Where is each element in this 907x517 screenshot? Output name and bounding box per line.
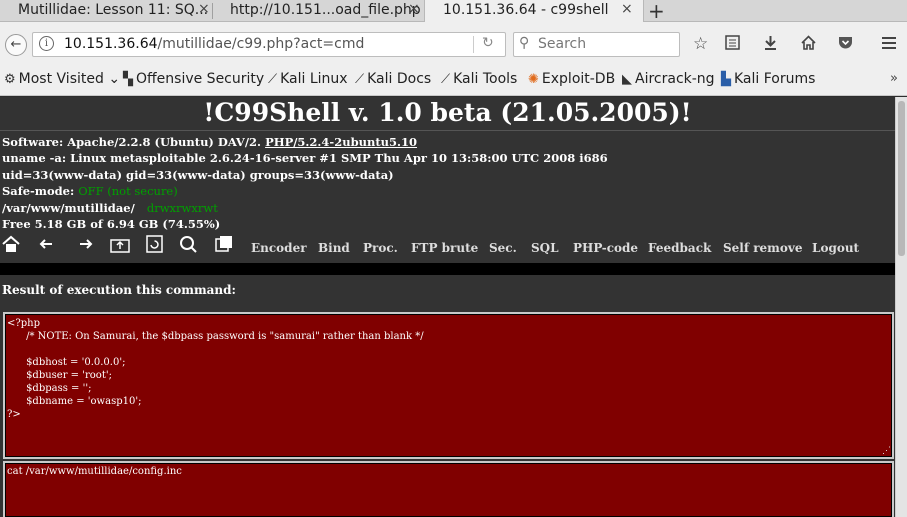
close-icon[interactable]: × [621,1,633,17]
menu-logout[interactable]: Logout [812,241,859,255]
result-label: Result of execution this command: [2,283,236,297]
kali-dragon-icon: ⟋ [441,72,451,87]
menu-encoder[interactable]: Encoder [251,241,307,255]
back-button[interactable]: ← [5,34,27,56]
resize-grip-icon[interactable]: ⋰ [882,447,891,456]
url-host: 10.151.36.64 [64,36,158,52]
exploit-db-icon: ✺ [528,72,539,87]
bookmark-aircrack-ng[interactable]: ◣ Aircrack-ng [622,71,715,87]
forward-arrow-icon[interactable] [76,235,94,257]
search-input[interactable]: ⚲ Search [513,32,680,57]
kali-forums-icon: ▙ [721,72,731,87]
menu-proc[interactable]: Proc. [363,241,398,255]
tab-c99shell[interactable]: 10.151.36.64 - c99shell × [424,0,644,24]
menu-bind[interactable]: Bind [318,241,350,255]
home-icon[interactable] [800,34,817,56]
uname-info: uname -a: Linux metasploitable 2.6.24-16… [2,151,608,165]
tab-bar: Mutillidae: Lesson 11: SQ... × http://10… [0,0,907,24]
page-scrollbar[interactable] [895,97,907,517]
path-info: /var/www/mutillidae/ drwxrwxrwt [2,201,218,215]
shell-toolbar: Encoder Bind Proc. FTP brute Sec. SQL PH… [0,233,895,261]
page-title: !C99Shell v. 1.0 beta (21.05.2005)! [0,97,895,131]
bookmark-label: Kali Tools [453,71,518,87]
current-path-link[interactable]: /var/www/mutillidae/ [2,201,135,215]
bookmark-label: Exploit-DB [541,71,616,87]
bookmark-most-visited[interactable]: ⚙ Most Visited ⌄ [4,71,120,87]
command-text: cat /var/www/mutillidae/config.inc [7,466,182,477]
url-bar[interactable]: i 10.151.36.64/mutillidae/c99.php?act=cm… [32,32,506,57]
menu-self-remove[interactable]: Self remove [723,241,802,255]
free-space-info: Free 5.18 GB of 6.94 GB (74.55%) [2,217,221,231]
parent-folder-icon[interactable] [110,235,130,257]
uid-info: uid=33(www-data) gid=33(www-data) groups… [2,168,394,182]
tab-upload-file[interactable]: http://10.151...oad_file.php × [212,0,427,22]
aircrack-icon: ◣ [622,72,632,87]
software-text: Software: Apache/2.2.8 (Ubuntu) DAV/2. [2,135,266,149]
bookmark-label: Offensive Security [136,71,265,87]
php-version-link[interactable]: PHP/5.2.4-2ubuntu5.10 [265,135,417,149]
kali-dragon-icon: ⟋ [268,72,278,87]
command-input[interactable]: cat /var/www/mutillidae/config.inc [3,461,894,517]
bookmark-label: Aircrack-ng [635,71,715,87]
safe-mode-info: Safe-mode: OFF (not secure) [2,184,178,198]
close-icon[interactable]: × [198,1,210,17]
command-output-textarea[interactable]: <?php /* NOTE: On Samurai, the $dbpass p… [3,312,894,459]
info-icon[interactable]: i [39,36,54,51]
menu-sec[interactable]: Sec. [489,241,517,255]
command-output: <?php /* NOTE: On Samurai, the $dbpass p… [7,318,424,420]
bookmark-label: Kali Forums [734,71,816,87]
menu-icon[interactable] [880,34,898,56]
bookmark-exploit-db[interactable]: ✺ Exploit-DB [528,71,615,87]
bookmark-kali-docs[interactable]: ⟋ Kali Docs [355,71,431,87]
download-icon[interactable] [762,34,779,56]
tab-title: http://10.151...oad_file.php [230,2,421,18]
software-info: Software: Apache/2.2.8 (Ubuntu) DAV/2. P… [2,135,417,149]
gear-icon: ⚙ [4,72,16,87]
url-divider [473,36,474,53]
bookmark-offensive-security[interactable]: ▚ Offensive Security [123,71,264,87]
bookmark-kali-tools[interactable]: ⟋ Kali Tools [441,71,517,87]
menu-ftp-brute[interactable]: FTP brute [411,241,478,255]
permissions: drwxrwxrwt [146,201,218,215]
reading-list-icon[interactable] [724,34,741,56]
menu-php-code[interactable]: PHP-code [573,241,638,255]
bookmark-label: Most Visited [18,71,104,87]
new-tab-button[interactable]: + [648,0,665,23]
search-icon: ⚲ [519,35,530,51]
safe-mode-status: OFF (not secure) [78,184,178,198]
bookmark-label: Kali Docs [367,71,432,87]
close-icon[interactable]: × [408,1,420,17]
search-icon[interactable] [178,235,198,257]
bookmarks-overflow-button[interactable]: » [890,71,898,86]
bookmark-kali-forums[interactable]: ▙ Kali Forums [721,71,815,87]
navigation-toolbar: ← i 10.151.36.64/mutillidae/c99.php?act=… [0,22,907,66]
tab-title: Mutillidae: Lesson 11: SQ... [18,2,209,18]
kali-dragon-icon: ⟋ [355,72,365,87]
bookmark-label: Kali Linux [280,71,348,87]
divider-bar [0,263,895,275]
pocket-icon[interactable] [837,34,854,56]
url-text[interactable]: 10.151.36.64/mutillidae/c99.php?act=cmd [64,36,364,52]
search-placeholder: Search [538,36,587,52]
menu-feedback[interactable]: Feedback [648,241,711,255]
scrollbar-thumb[interactable] [898,101,905,256]
c99shell-page: !C99Shell v. 1.0 beta (21.05.2005)! Soft… [0,97,895,517]
tab-mutillidae-lesson[interactable]: Mutillidae: Lesson 11: SQ... × [0,0,220,22]
url-path: /mutillidae/c99.php?act=cmd [157,36,365,52]
bookmarks-toolbar: ⚙ Most Visited ⌄ ▚ Offensive Security ⟋ Kal… [0,66,907,96]
menu-sql[interactable]: SQL [531,241,559,255]
chevron-down-icon: ⌄ [103,71,121,87]
safe-mode-label: Safe-mode: [2,184,79,198]
offsec-icon: ▚ [123,72,133,87]
reload-icon[interactable]: ↻ [482,35,494,51]
buffer-icon[interactable] [215,235,234,257]
refresh-icon[interactable] [146,235,163,257]
star-icon[interactable]: ☆ [693,34,708,54]
bookmark-kali-linux[interactable]: ⟋ Kali Linux [268,71,348,87]
home-icon[interactable] [2,235,20,257]
back-arrow-icon[interactable] [38,235,56,257]
tab-title: 10.151.36.64 - c99shell [443,2,609,18]
